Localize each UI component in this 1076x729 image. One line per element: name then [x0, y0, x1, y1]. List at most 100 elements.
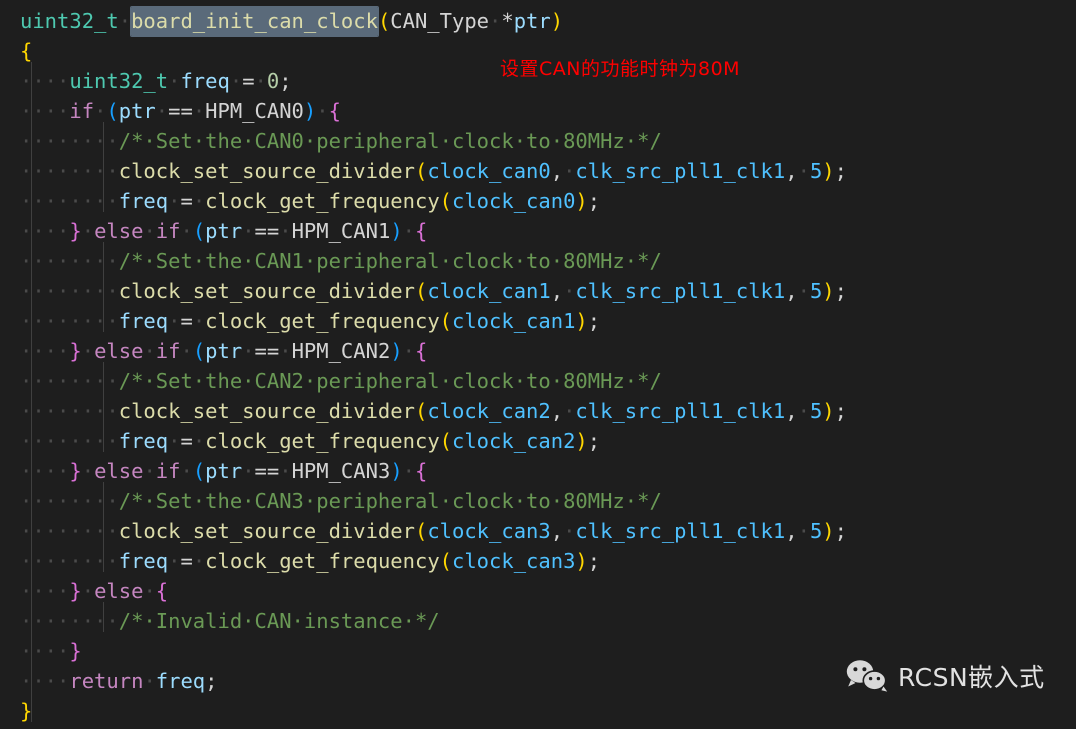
token-brace-open: {	[415, 219, 428, 243]
token-variable-freq: freq	[118, 309, 169, 333]
token-keyword-if: if	[155, 459, 181, 483]
whitespace-dot: ·	[563, 399, 576, 423]
whitespace-dots: ····	[69, 519, 119, 543]
whitespace-dot: ·	[155, 99, 169, 123]
whitespace-dot: ·	[254, 69, 267, 93]
whitespace-dot: ·	[143, 579, 156, 603]
whitespace-dot: ·	[489, 9, 502, 33]
token-paren: )	[303, 99, 317, 123]
whitespace-dot: ·	[143, 669, 156, 693]
code-line-6[interactable]: ········clock_set_source_divider(clock_c…	[0, 156, 1076, 186]
code-line-7[interactable]: ········freq·=·clock_get_frequency(clock…	[0, 186, 1076, 216]
whitespace-dots: ····	[69, 129, 119, 153]
whitespace-dot: ·	[402, 459, 415, 483]
token-macro-instance: HPM_CAN0	[205, 99, 304, 123]
token-comment: /*·Set·the·CAN0·peripheral·clock·to·80MH…	[118, 129, 662, 153]
token-divider-value: 5	[809, 159, 823, 183]
whitespace-dots: ····	[20, 219, 70, 243]
whitespace-dot: ·	[563, 279, 576, 303]
whitespace-dots: ····	[69, 609, 119, 633]
whitespace-dots: ····	[69, 249, 119, 273]
code-line-16[interactable]: ····}·else·if·(ptr·==·HPM_CAN3)·{	[0, 456, 1076, 486]
code-line-12[interactable]: ····}·else·if·(ptr·==·HPM_CAN2)·{	[0, 336, 1076, 366]
token-paren: )	[822, 399, 835, 423]
token-keyword-if: if	[155, 219, 181, 243]
code-line-24[interactable]: }	[0, 696, 1076, 726]
code-line-17[interactable]: ········/*·Set·the·CAN3·peripheral·clock…	[0, 486, 1076, 516]
code-screenshot: uint32_t·board_init_can_clock(CAN_Type·*…	[0, 0, 1076, 729]
token-brace-close: }	[69, 579, 82, 603]
token-brace-close: }	[69, 339, 82, 363]
whitespace-dot: ·	[242, 459, 255, 483]
whitespace-dot: ·	[180, 339, 193, 363]
token-equals: =	[180, 189, 193, 213]
token-function-call: clock_get_frequency	[205, 189, 440, 213]
whitespace-dot: ·	[168, 429, 181, 453]
token-clock-name: clock_can2	[427, 399, 551, 423]
token-semicolon: ;	[834, 519, 847, 543]
token-comma: ,	[785, 519, 798, 543]
token-function-call: clock_set_source_divider	[118, 519, 415, 543]
token-paren: (	[439, 309, 452, 333]
code-line-9[interactable]: ········/*·Set·the·CAN1·peripheral·clock…	[0, 246, 1076, 276]
token-paren: (	[414, 399, 428, 423]
code-line-11[interactable]: ········freq·=·clock_get_frequency(clock…	[0, 306, 1076, 336]
whitespace-dot: ·	[168, 549, 181, 573]
token-comma: ,	[550, 399, 564, 423]
whitespace-dots: ····	[20, 189, 70, 213]
whitespace-dot: ·	[229, 69, 243, 93]
whitespace-dot: ·	[192, 429, 206, 453]
code-line-10[interactable]: ········clock_set_source_divider(clock_c…	[0, 276, 1076, 306]
whitespace-dots: ····	[20, 99, 70, 123]
token-param-name: ptr	[513, 9, 551, 33]
code-line-15[interactable]: ········freq·=·clock_get_frequency(clock…	[0, 426, 1076, 456]
token-function-call: clock_set_source_divider	[118, 399, 415, 423]
token-equals: =	[180, 429, 193, 453]
whitespace-dot: ·	[118, 9, 132, 33]
token-paren: )	[575, 309, 588, 333]
highlighted-function-name[interactable]: board_init_can_clock	[131, 7, 378, 36]
whitespace-dots: ····	[69, 489, 119, 513]
token-paren: )	[550, 9, 564, 33]
code-line-5[interactable]: ········/*·Set·the·CAN0·peripheral·clock…	[0, 126, 1076, 156]
whitespace-dots: ····	[20, 669, 70, 693]
token-variable-ptr: ptr	[205, 459, 243, 483]
code-line-20[interactable]: ····}·else·{	[0, 576, 1076, 606]
whitespace-dot: ·	[180, 219, 193, 243]
token-clock-source: clk_src_pll1_clk1	[575, 519, 786, 543]
whitespace-dot: ·	[180, 459, 193, 483]
token-brace-open: {	[155, 579, 169, 603]
token-brace-close: }	[69, 459, 82, 483]
token-equals: =	[180, 309, 193, 333]
token-semicolon: ;	[587, 429, 601, 453]
whitespace-dots: ····	[20, 129, 70, 153]
token-clock-name: clock_can2	[452, 429, 576, 453]
token-clock-name: clock_can3	[427, 519, 551, 543]
code-line-8[interactable]: ····}·else·if·(ptr·==·HPM_CAN1)·{	[0, 216, 1076, 246]
token-paren: (	[192, 459, 206, 483]
code-line-1[interactable]: uint32_t·board_init_can_clock(CAN_Type·*…	[0, 6, 1076, 36]
token-semicolon: ;	[205, 669, 218, 693]
token-comma: ,	[785, 399, 798, 423]
token-macro-instance: HPM_CAN1	[291, 219, 391, 243]
code-editor-content[interactable]: uint32_t·board_init_can_clock(CAN_Type·*…	[0, 0, 1076, 729]
token-operator-eq: ==	[254, 219, 280, 243]
token-operator-eq: ==	[168, 99, 193, 123]
token-paren: (	[106, 99, 119, 123]
whitespace-dot: ·	[279, 459, 292, 483]
code-line-21[interactable]: ········/*·Invalid·CAN·instance·*/	[0, 606, 1076, 636]
token-return-type: uint32_t	[20, 9, 119, 33]
token-function-call: clock_get_frequency	[205, 309, 440, 333]
whitespace-dot: ·	[279, 219, 292, 243]
token-paren: )	[822, 279, 835, 303]
whitespace-dot: ·	[316, 99, 329, 123]
code-line-19[interactable]: ········freq·=·clock_get_frequency(clock…	[0, 546, 1076, 576]
code-line-18[interactable]: ········clock_set_source_divider(clock_c…	[0, 516, 1076, 546]
token-brace-open: {	[415, 459, 428, 483]
code-line-4[interactable]: ····if·(ptr·==·HPM_CAN0)·{	[0, 96, 1076, 126]
whitespace-dot: ·	[563, 159, 576, 183]
whitespace-dots: ····	[20, 549, 70, 573]
code-line-14[interactable]: ········clock_set_source_divider(clock_c…	[0, 396, 1076, 426]
token-macro-instance: HPM_CAN2	[291, 339, 391, 363]
code-line-13[interactable]: ········/*·Set·the·CAN2·peripheral·clock…	[0, 366, 1076, 396]
